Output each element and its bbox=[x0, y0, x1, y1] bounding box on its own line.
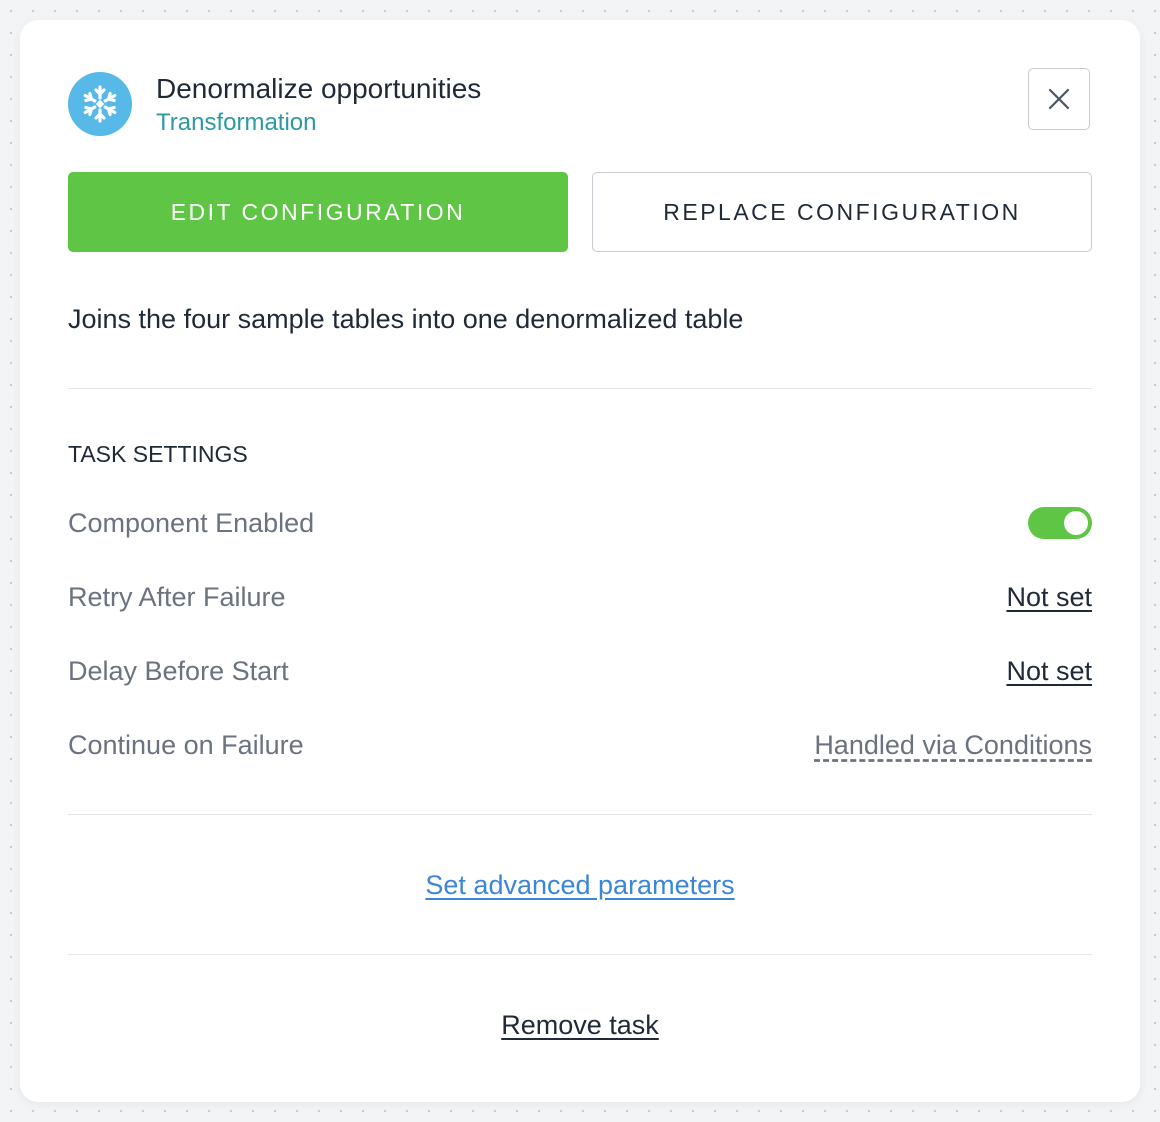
delay-before-start-value[interactable]: Not set bbox=[1006, 654, 1092, 688]
retry-after-failure-label: Retry After Failure bbox=[68, 582, 286, 612]
continue-on-failure-hint: Handled via Conditions bbox=[814, 730, 1092, 760]
divider bbox=[68, 814, 1092, 815]
component-enabled-toggle[interactable] bbox=[1028, 507, 1092, 539]
task-type: Transformation bbox=[156, 109, 317, 136]
replace-configuration-button[interactable]: REPLACE CONFIGURATION bbox=[592, 172, 1092, 252]
task-description: Joins the four sample tables into one de… bbox=[68, 304, 744, 334]
retry-after-failure-value[interactable]: Not set bbox=[1006, 580, 1092, 614]
remove-task-link[interactable]: Remove task bbox=[501, 1010, 659, 1040]
divider bbox=[68, 388, 1092, 389]
divider bbox=[68, 954, 1092, 955]
close-button[interactable] bbox=[1028, 68, 1090, 130]
delay-before-start-link[interactable]: Not set bbox=[1006, 656, 1092, 686]
remove-task-row: Remove task bbox=[20, 1008, 1140, 1042]
snowflake-icon bbox=[83, 85, 117, 123]
toggle-knob bbox=[1064, 511, 1088, 535]
set-advanced-parameters-link[interactable]: Set advanced parameters bbox=[425, 870, 734, 900]
advanced-parameters-row: Set advanced parameters bbox=[20, 868, 1140, 902]
task-settings-heading: TASK SETTINGS bbox=[68, 441, 248, 467]
delay-before-start-label: Delay Before Start bbox=[68, 656, 289, 686]
task-title: Denormalize opportunities bbox=[156, 73, 482, 104]
edit-configuration-button[interactable]: EDIT CONFIGURATION bbox=[68, 172, 568, 252]
continue-on-failure-value: Handled via Conditions bbox=[814, 728, 1092, 762]
close-icon bbox=[1048, 88, 1070, 110]
task-detail-panel: Denormalize opportunities Transformation… bbox=[20, 20, 1140, 1102]
snowflake-logo bbox=[68, 72, 132, 136]
retry-after-failure-link[interactable]: Not set bbox=[1006, 582, 1092, 612]
continue-on-failure-label: Continue on Failure bbox=[68, 730, 304, 760]
component-enabled-label: Component Enabled bbox=[68, 508, 315, 538]
